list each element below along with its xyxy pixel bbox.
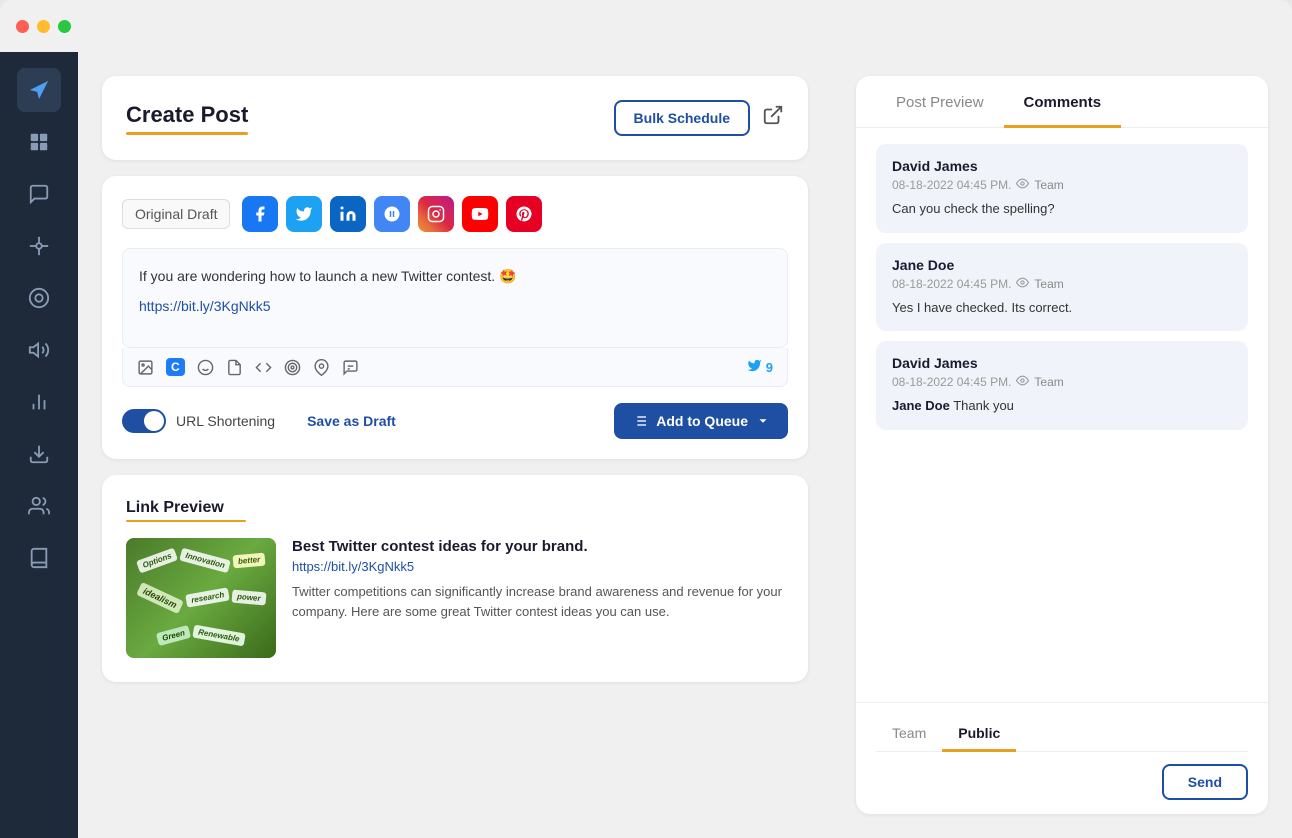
sidebar-item-send[interactable] bbox=[17, 68, 61, 112]
maximize-button[interactable] bbox=[58, 20, 71, 33]
comment-meta: 08-18-2022 04:45 PM. Team bbox=[892, 177, 1232, 193]
link-preview-title: Link Preview bbox=[126, 499, 784, 517]
right-panel: Post Preview Comments David James 08-18-… bbox=[832, 52, 1292, 838]
sidebar-item-network[interactable] bbox=[17, 224, 61, 268]
image-icon[interactable] bbox=[137, 359, 154, 376]
char-count-value: 9 bbox=[766, 360, 773, 375]
right-card: Post Preview Comments David James 08-18-… bbox=[856, 76, 1268, 814]
sidebar-item-download[interactable] bbox=[17, 432, 61, 476]
eye-icon bbox=[1016, 374, 1029, 390]
link-preview-content: Options Innovation better idealism resea… bbox=[126, 538, 784, 658]
link-preview-underline bbox=[126, 520, 246, 522]
title-bar bbox=[0, 0, 1292, 52]
pinterest-icon[interactable] bbox=[506, 196, 542, 232]
sidebar-item-comments[interactable] bbox=[17, 172, 61, 216]
page-title-wrapper: Create Post bbox=[126, 102, 248, 135]
right-tabs: Post Preview Comments bbox=[856, 76, 1268, 128]
post-text-area[interactable]: If you are wondering how to launch a new… bbox=[122, 248, 788, 348]
post-link[interactable]: https://bit.ly/3KgNkk5 bbox=[139, 298, 271, 314]
url-shortening-label: URL Shortening bbox=[176, 413, 275, 429]
comment-mention: Jane Doe bbox=[892, 398, 950, 413]
app-wrapper: Create Post Bulk Schedule Original Draft bbox=[0, 52, 1292, 838]
facebook-icon[interactable] bbox=[242, 196, 278, 232]
sidebar-item-team[interactable] bbox=[17, 484, 61, 528]
comment-bottom-tabs: Team Public bbox=[876, 717, 1248, 752]
sidebar-item-analytics[interactable] bbox=[17, 380, 61, 424]
article-desc: Twitter competitions can significantly i… bbox=[292, 582, 784, 621]
comment-item: Jane Doe 08-18-2022 04:45 PM. Team Yes I… bbox=[876, 243, 1248, 332]
minimize-button[interactable] bbox=[37, 20, 50, 33]
youtube-icon[interactable] bbox=[462, 196, 498, 232]
bottom-tab-public[interactable]: Public bbox=[942, 717, 1016, 752]
sidebar-item-support[interactable] bbox=[17, 276, 61, 320]
comment-footer: Team Public Send bbox=[856, 702, 1268, 814]
sidebar-item-library[interactable] bbox=[17, 536, 61, 580]
add-queue-label: Add to Queue bbox=[656, 413, 748, 429]
send-button[interactable]: Send bbox=[1162, 764, 1248, 800]
editor-header: Original Draft bbox=[122, 196, 788, 232]
instagram-icon[interactable] bbox=[418, 196, 454, 232]
bulk-schedule-button[interactable]: Bulk Schedule bbox=[614, 100, 750, 136]
send-row: Send bbox=[876, 764, 1248, 800]
file-icon[interactable] bbox=[226, 359, 243, 376]
url-shortening-toggle[interactable]: URL Shortening bbox=[122, 409, 275, 433]
editor-actions: URL Shortening Save as Draft Add to Queu… bbox=[122, 403, 788, 439]
social-icons bbox=[242, 196, 542, 232]
comment-author: David James bbox=[892, 158, 1232, 174]
toggle-thumb bbox=[144, 411, 164, 431]
comment-author: David James bbox=[892, 355, 1232, 371]
page-title: Create Post bbox=[126, 102, 248, 128]
google-icon[interactable] bbox=[374, 196, 410, 232]
add-queue-button[interactable]: Add to Queue bbox=[614, 403, 788, 439]
link-preview-card: Link Preview Options Innovation better i… bbox=[102, 475, 808, 682]
content-area: Create Post Bulk Schedule Original Draft bbox=[78, 52, 832, 838]
emoji-icon[interactable] bbox=[197, 359, 214, 376]
bottom-tab-team[interactable]: Team bbox=[876, 717, 942, 752]
export-icon[interactable] bbox=[762, 104, 784, 132]
link-preview-text: Best Twitter contest ideas for your bran… bbox=[292, 538, 784, 621]
post-text: If you are wondering how to launch a new… bbox=[139, 265, 771, 287]
char-counter: 9 bbox=[747, 358, 773, 376]
canva-icon[interactable]: C bbox=[166, 358, 185, 376]
comment-text: Yes I have checked. Its correct. bbox=[892, 298, 1232, 318]
save-draft-button[interactable]: Save as Draft bbox=[307, 413, 396, 429]
tab-post-preview[interactable]: Post Preview bbox=[876, 76, 1004, 128]
comments-list: David James 08-18-2022 04:45 PM. Team Ca… bbox=[856, 128, 1268, 702]
target-icon[interactable] bbox=[284, 359, 301, 376]
toggle-track[interactable] bbox=[122, 409, 166, 433]
twitter-icon[interactable] bbox=[286, 196, 322, 232]
linkedin-icon[interactable] bbox=[330, 196, 366, 232]
header-card: Create Post Bulk Schedule bbox=[102, 76, 808, 160]
comment-meta: 08-18-2022 04:45 PM. Team bbox=[892, 276, 1232, 292]
comment-item: David James 08-18-2022 04:45 PM. Team Ja… bbox=[876, 341, 1248, 430]
article-title: Best Twitter contest ideas for your bran… bbox=[292, 538, 784, 555]
thread-icon[interactable] bbox=[342, 359, 359, 376]
code-icon[interactable] bbox=[255, 359, 272, 376]
sidebar-item-megaphone[interactable] bbox=[17, 328, 61, 372]
close-button[interactable] bbox=[16, 20, 29, 33]
article-url[interactable]: https://bit.ly/3KgNkk5 bbox=[292, 559, 784, 574]
link-preview-image: Options Innovation better idealism resea… bbox=[126, 538, 276, 658]
page-title-underline bbox=[126, 132, 248, 135]
eye-icon bbox=[1016, 177, 1029, 193]
comment-item: David James 08-18-2022 04:45 PM. Team Ca… bbox=[876, 144, 1248, 233]
comment-meta: 08-18-2022 04:45 PM. Team bbox=[892, 374, 1232, 390]
post-editor-card: Original Draft bbox=[102, 176, 808, 459]
editor-toolbar: C bbox=[122, 348, 788, 387]
tab-comments[interactable]: Comments bbox=[1004, 76, 1122, 128]
original-draft-label: Original Draft bbox=[122, 199, 230, 229]
comment-author: Jane Doe bbox=[892, 257, 1232, 273]
twitter-bird-icon bbox=[747, 358, 762, 376]
eye-icon bbox=[1016, 276, 1029, 292]
comment-text: Jane Doe Thank you bbox=[892, 396, 1232, 416]
sidebar bbox=[0, 52, 78, 838]
location-icon[interactable] bbox=[313, 359, 330, 376]
comment-text: Can you check the spelling? bbox=[892, 199, 1232, 219]
sidebar-item-dashboard[interactable] bbox=[17, 120, 61, 164]
header-actions: Bulk Schedule bbox=[614, 100, 784, 136]
